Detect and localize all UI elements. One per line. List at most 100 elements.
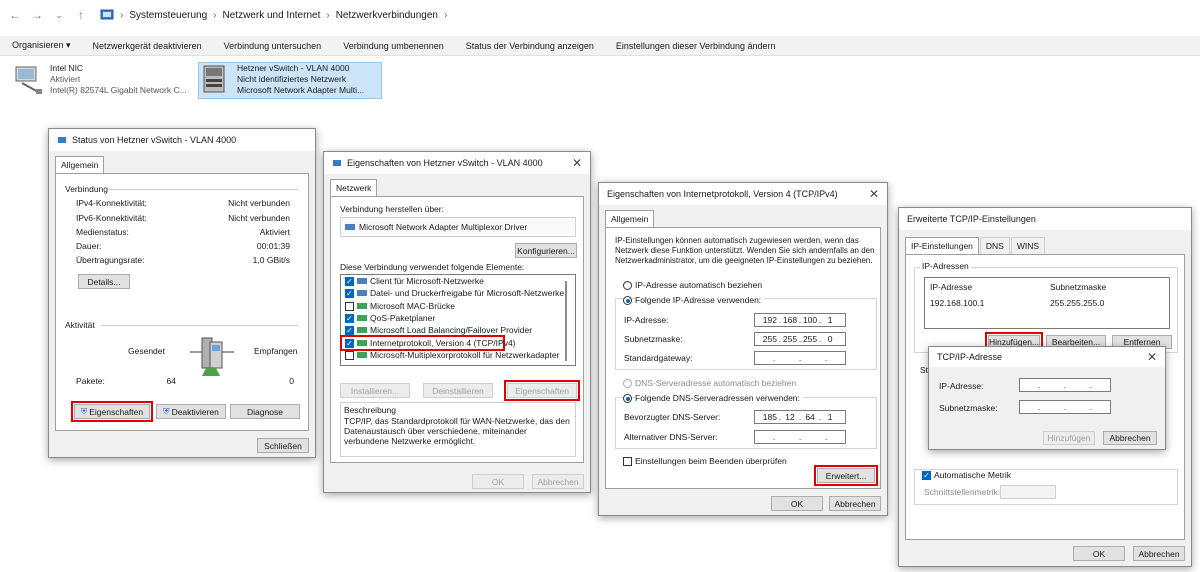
list-item[interactable]: QoS-Paketplaner: [370, 313, 435, 323]
tab-ip-settings[interactable]: IP-Einstellungen: [905, 237, 979, 254]
ok-button[interactable]: OK: [472, 474, 524, 489]
ok-button[interactable]: OK: [1073, 546, 1125, 561]
auto-dns-radio[interactable]: [623, 379, 632, 388]
list-item[interactable]: Microsoft MAC-Brücke: [370, 301, 455, 311]
activity-header: Aktivität: [65, 320, 95, 330]
add-button[interactable]: Hinzufügen: [1043, 431, 1095, 445]
subnet-mask-input[interactable]: ...: [1019, 400, 1111, 414]
chevron-down-icon[interactable]: ⌄: [48, 4, 70, 26]
validate-checkbox[interactable]: [623, 457, 632, 466]
diagnose-command[interactable]: Verbindung untersuchen: [224, 41, 322, 51]
cancel-button[interactable]: Abbrechen: [532, 474, 584, 489]
connection-header: Verbindung: [65, 184, 109, 194]
connect-using-label: Verbindung herstellen über:: [340, 204, 444, 214]
advanced-dialog-titlebar[interactable]: Erweiterte TCP/IP-Einstellungen: [899, 208, 1191, 230]
auto-metric-checkbox[interactable]: ✓: [922, 471, 931, 480]
details-button[interactable]: Details...: [78, 274, 130, 289]
address-bar: ← → ⌄ ↑ › Systemsteuerung › Netzwerk und…: [0, 0, 1200, 30]
component-checkbox[interactable]: [345, 350, 354, 360]
tab-allgemein[interactable]: Allgemein: [55, 156, 105, 173]
component-checkbox[interactable]: ✓: [345, 326, 354, 336]
breadcrumb-systemsteuerung[interactable]: Systemsteuerung: [129, 10, 207, 21]
list-scrollbar[interactable]: [565, 281, 567, 361]
ipv4-dialog-titlebar[interactable]: Eigenschaften von Internetprotokoll, Ver…: [599, 183, 887, 205]
table-row-mask[interactable]: 255.255.255.0: [1050, 298, 1104, 308]
properties-dialog-titlebar[interactable]: Eigenschaften von Hetzner vSwitch - VLAN…: [324, 152, 590, 174]
install-button[interactable]: Installieren...: [340, 383, 410, 398]
component-checkbox[interactable]: ✓: [345, 313, 354, 323]
change-settings-command[interactable]: Einstellungen dieser Verbindung ändern: [616, 41, 776, 51]
rename-command[interactable]: Verbindung umbenennen: [343, 41, 444, 51]
preferred-dns-label: Bevorzugter DNS-Server:: [624, 412, 721, 422]
manual-ip-radio[interactable]: [623, 296, 632, 305]
forward-arrow-icon[interactable]: →: [26, 4, 48, 26]
network-icon: [58, 137, 66, 143]
breadcrumb-netzwerkverbindungen[interactable]: Netzwerkverbindungen: [336, 10, 438, 21]
cancel-button[interactable]: Abbrechen: [1133, 546, 1185, 561]
view-status-command[interactable]: Status der Verbindung anzeigen: [466, 41, 594, 51]
tcpip-dialog-titlebar[interactable]: TCP/IP-Adresse ✕: [929, 347, 1165, 367]
ipv6-label: IPv6-Konnektivität:: [76, 213, 147, 223]
table-row-ip[interactable]: 192.168.100.1: [930, 298, 984, 308]
breadcrumb-netzwerk[interactable]: Netzwerk und Internet: [223, 10, 321, 21]
cancel-button[interactable]: Abbrechen: [829, 496, 881, 511]
diagnose-button[interactable]: Diagnose: [230, 404, 300, 419]
adapter-name: Microsoft Network Adapter Multiplexor Dr…: [359, 222, 528, 232]
cancel-button[interactable]: Abbrechen: [1103, 431, 1157, 445]
component-checkbox[interactable]: [345, 301, 354, 311]
manual-dns-radio[interactable]: [623, 394, 632, 403]
ip-address-input[interactable]: ...: [1019, 378, 1111, 392]
list-item[interactable]: Microsoft Load Balancing/Failover Provid…: [370, 325, 532, 335]
ip-address-input[interactable]: 192. 168. 100. 1: [754, 313, 846, 327]
interface-metric-label: Schnittstellenmetrik:: [924, 487, 1001, 497]
auto-ip-radio[interactable]: [623, 281, 632, 290]
network-adapter-icon: [203, 65, 225, 93]
adapter-properties-dialog: Eigenschaften von Hetzner vSwitch - VLAN…: [323, 151, 591, 493]
mask-octet: 255: [782, 334, 798, 344]
component-icon: [357, 327, 367, 334]
ipv6-value: Nicht verbunden: [228, 213, 290, 223]
highlight-box: [71, 401, 153, 422]
back-arrow-icon[interactable]: ←: [4, 4, 26, 26]
speed-label: Übertragungsrate:: [76, 255, 145, 265]
alternate-dns-label: Alternativer DNS-Server:: [624, 432, 718, 442]
ipv4-properties-dialog: Eigenschaften von Internetprotokoll, Ver…: [598, 182, 888, 516]
adapter-field: Microsoft Network Adapter Multiplexor Dr…: [340, 217, 576, 237]
adapter-hetzner-vswitch[interactable]: Hetzner vSwitch - VLAN 4000 Nicht identi…: [198, 62, 382, 99]
interface-metric-input[interactable]: [1000, 485, 1056, 499]
activity-computers-icon: [190, 337, 234, 376]
list-item[interactable]: Microsoft-Multiplexorprotokoll für Netzw…: [370, 350, 559, 360]
close-icon[interactable]: ✕: [572, 156, 582, 170]
close-icon[interactable]: ✕: [869, 187, 879, 201]
tab-dns[interactable]: DNS: [979, 237, 1010, 254]
adapter-intel-nic[interactable]: Intel NIC Aktiviert Intel(R) 82574L Giga…: [14, 63, 194, 99]
breadcrumb-separator: ›: [120, 9, 124, 21]
subnet-mask-label: Subnetzmaske:: [939, 403, 998, 413]
disable-device-command[interactable]: Netzwerkgerät deaktivieren: [93, 41, 202, 51]
list-item[interactable]: Datei- und Druckerfreigabe für Microsoft…: [370, 288, 564, 298]
deactivate-button[interactable]: ⛨ Deaktivieren: [156, 404, 226, 419]
auto-ip-label: IP-Adresse automatisch beziehen: [635, 280, 763, 290]
list-item[interactable]: Client für Microsoft-Netzwerke: [370, 276, 484, 286]
tab-allgemein[interactable]: Allgemein: [605, 210, 655, 227]
component-checkbox[interactable]: ✓: [345, 277, 354, 286]
dialog-title: Status von Hetzner vSwitch - VLAN 4000: [72, 135, 237, 145]
component-icon: [357, 278, 367, 284]
tab-netzwerk[interactable]: Netzwerk: [330, 179, 378, 196]
gateway-input[interactable]: ...: [754, 351, 846, 365]
uninstall-button[interactable]: Deinstallieren: [423, 383, 493, 398]
close-button[interactable]: Schließen: [257, 438, 309, 453]
ipv4-label: IPv4-Konnektivität:: [76, 198, 147, 208]
status-dialog-titlebar[interactable]: Status von Hetzner vSwitch - VLAN 4000: [49, 129, 315, 151]
close-icon[interactable]: ✕: [1147, 350, 1157, 364]
organize-menu[interactable]: Organisieren ▾: [12, 40, 71, 51]
configure-button[interactable]: Konfigurieren...: [515, 243, 577, 258]
component-checkbox[interactable]: ✓: [345, 289, 354, 299]
alternate-dns-input[interactable]: ...: [754, 430, 846, 444]
ok-button[interactable]: OK: [771, 496, 823, 511]
preferred-dns-input[interactable]: 185. 12. 64. 1: [754, 410, 846, 424]
up-arrow-icon[interactable]: ↑: [70, 4, 92, 26]
tab-wins[interactable]: WINS: [1010, 237, 1046, 254]
subnet-mask-input[interactable]: 255. 255. 255. 0: [754, 332, 846, 346]
ip-octet: 100: [802, 315, 818, 325]
